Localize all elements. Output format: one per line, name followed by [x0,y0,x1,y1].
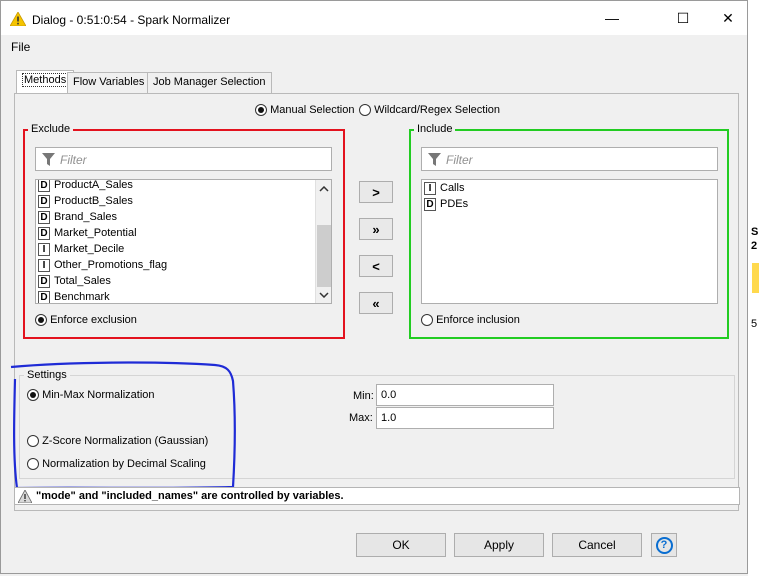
column-name: Other_Promotions_flag [54,259,168,271]
type-badge: D [38,226,50,240]
exclude-filter-input[interactable]: Filter [35,147,332,171]
type-badge: D [38,194,50,208]
minimize-icon: — [605,10,619,26]
enforce-inclusion-label: Enforce inclusion [436,314,520,326]
list-item[interactable]: D Brand_Sales [38,209,117,225]
list-item[interactable]: I Market_Decile [38,241,124,257]
list-item[interactable]: D Market_Potential [38,225,137,241]
close-icon: ✕ [722,9,734,26]
enforce-inclusion-option[interactable]: Enforce inclusion [421,314,520,327]
tab-methods-label: Methods [22,73,69,87]
type-badge: I [424,181,436,195]
enforce-exclusion-label: Enforce exclusion [50,314,137,326]
filter-icon [42,153,55,166]
list-item[interactable]: D ProductA_Sales [38,179,133,193]
double-chevron-right-icon: » [372,221,380,237]
chevron-right-icon: > [372,184,380,200]
ok-button[interactable]: OK [356,533,446,557]
exclude-list[interactable]: D ProductA_Sales D ProductB_Sales D Brand_S… [35,179,332,304]
remove-button[interactable]: < [359,255,393,277]
tab-flow-variables[interactable]: Flow Variables [67,72,151,93]
type-badge: D [38,180,50,192]
wildcard-selection-option[interactable]: Wildcard/Regex Selection [359,104,501,117]
list-item[interactable]: I Calls [424,180,464,196]
column-name: Benchmark [54,291,110,303]
remove-all-button[interactable]: « [359,292,393,314]
exclude-scrollbar[interactable] [315,180,331,303]
help-icon: ? [655,536,673,554]
exclude-filter-placeholder: Filter [60,153,87,167]
column-name: ProductB_Sales [54,195,133,207]
title-bar[interactable]: Dialog - 0:51:0:54 - Spark Normalizer — … [1,1,747,35]
type-badge: D [38,274,50,288]
include-filter-placeholder: Filter [446,153,473,167]
window-title: Dialog - 0:51:0:54 - Spark Normalizer [32,13,231,27]
list-item[interactable]: D Total_Sales [38,273,111,289]
chevron-left-icon: < [372,258,380,274]
enforce-exclusion-radio[interactable] [35,314,47,327]
include-list[interactable]: I Calls D PDEs [421,179,718,304]
type-badge: I [38,242,50,256]
maximize-button[interactable]: ☐ [660,1,706,35]
column-name: Market_Decile [54,243,125,255]
max-label: Max: [349,412,373,424]
tab-flow-variables-label: Flow Variables [73,76,145,88]
column-name: ProductA_Sales [54,179,133,191]
list-item[interactable]: D ProductB_Sales [38,193,133,209]
background-highlight [752,263,759,293]
scrollbar-thumb[interactable] [317,225,331,287]
column-name: Calls [440,182,465,194]
background-text-fragment: S [751,226,759,238]
wildcard-selection-label: Wildcard/Regex Selection [374,104,501,116]
warning-icon [18,490,32,503]
enforce-exclusion-option[interactable]: Enforce exclusion [35,314,137,327]
column-name: Total_Sales [54,275,111,287]
add-all-button[interactable]: » [359,218,393,240]
menu-bar [1,35,747,57]
max-input[interactable] [376,407,554,429]
background-text-fragment: 2 [751,240,758,252]
type-badge: D [424,197,436,211]
list-item[interactable]: D PDEs [424,196,468,212]
close-button[interactable]: ✕ [705,1,751,35]
add-button[interactable]: > [359,181,393,203]
column-name: PDEs [440,198,469,210]
include-filter-input[interactable]: Filter [421,147,718,171]
warning-bar: "mode" and "included_names" are controll… [14,487,740,505]
manual-selection-label: Manual Selection [270,104,355,116]
tab-methods[interactable]: Methods [16,70,75,93]
scroll-up-icon[interactable] [319,186,329,192]
filter-icon [428,153,441,166]
annotation-outline [10,361,236,490]
exclude-title: Exclude [28,123,74,135]
double-chevron-left-icon: « [372,295,380,311]
enforce-inclusion-radio[interactable] [421,314,433,327]
list-item[interactable]: D Benchmark [38,289,110,303]
dialog-window: Dialog - 0:51:0:54 - Spark Normalizer — … [0,0,748,574]
knime-warning-icon [10,12,26,26]
tab-job-manager-selection[interactable]: Job Manager Selection [147,72,272,93]
column-name: Market_Potential [54,227,137,239]
type-badge: I [38,258,50,272]
apply-button[interactable]: Apply [454,533,544,557]
wildcard-selection-radio[interactable] [359,104,371,117]
tab-job-manager-label: Job Manager Selection [153,76,266,88]
menu-file[interactable]: File [11,40,30,54]
scroll-down-icon[interactable] [319,292,329,298]
type-badge: D [38,290,50,303]
maximize-icon: ☐ [676,9,690,26]
manual-selection-option[interactable]: Manual Selection [255,104,355,117]
list-item[interactable]: I Other_Promotions_flag [38,257,167,273]
include-title: Include [414,123,456,135]
cancel-button[interactable]: Cancel [552,533,642,557]
manual-selection-radio[interactable] [255,104,267,117]
column-name: Brand_Sales [54,211,117,223]
min-label: Min: [353,390,374,402]
min-input[interactable] [376,384,554,406]
warning-text: "mode" and "included_names" are controll… [36,490,344,502]
help-button[interactable]: ? [651,533,677,557]
background-text-fragment: 5 [751,318,758,330]
type-badge: D [38,210,50,224]
minimize-button[interactable]: — [589,1,635,35]
